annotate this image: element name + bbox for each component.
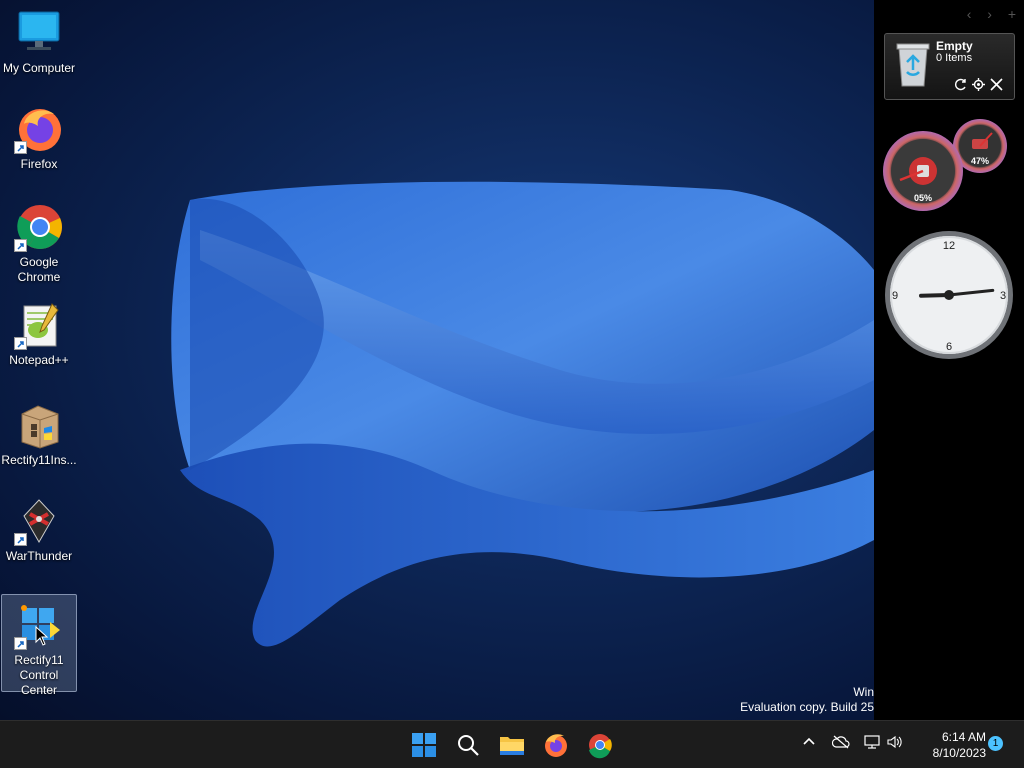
- cloud-offline-icon[interactable]: [832, 735, 850, 749]
- gear-icon[interactable]: [971, 77, 986, 92]
- watermark-line-1: Win: [853, 685, 874, 699]
- refresh-icon[interactable]: [953, 77, 968, 92]
- desktop-icon-label: Rectify11 Control Center: [14, 653, 64, 697]
- installer-package-icon: [14, 400, 64, 450]
- empty-bin-close-icon[interactable]: [989, 77, 1004, 92]
- desktop-icon-label: Google Chrome: [17, 255, 61, 284]
- notification-badge[interactable]: 1: [988, 736, 1003, 751]
- desktop-icon-label: Firefox: [20, 157, 58, 171]
- taskbar-clock[interactable]: 6:14 AM 8/10/2023: [912, 729, 986, 761]
- desktop-icon-google-chrome[interactable]: Google Chrome: [0, 202, 78, 285]
- shortcut-arrow-icon: [14, 533, 27, 546]
- clock-numeral-9: 9: [892, 290, 898, 302]
- shortcut-arrow-icon: [14, 239, 27, 252]
- taskbar: 6:14 AM 8/10/2023: [0, 720, 1024, 768]
- chrome-icon: [14, 202, 64, 252]
- desktop-icon-label: My Computer: [2, 61, 76, 75]
- shortcut-arrow-icon: [14, 637, 27, 650]
- cpu-meter-gadget[interactable]: 47% 05%: [882, 115, 1012, 215]
- desktop[interactable]: My Computer Firefox Google Chrome Notepa…: [0, 0, 1024, 720]
- gadget-sidebar: ‹ › + Empty 0 Items 47% 05% 12 3 6 9: [874, 0, 1024, 720]
- mouse-cursor-icon: [35, 626, 49, 646]
- clock-numeral-12: 12: [943, 240, 955, 252]
- firefox-taskbar-icon[interactable]: [540, 729, 572, 761]
- recycle-bin-status: Empty: [936, 39, 973, 53]
- recycle-bin-gadget[interactable]: Empty 0 Items: [884, 33, 1015, 100]
- taskbar-time: 6:14 AM: [941, 730, 986, 744]
- memory-meter-value: 47%: [971, 156, 989, 166]
- desktop-icon-label: Notepad++: [9, 353, 69, 367]
- shortcut-arrow-icon: [14, 141, 27, 154]
- wallpaper-bloom: [171, 181, 874, 647]
- desktop-icon-rectify11-installer[interactable]: Rectify11Ins...: [0, 400, 78, 468]
- desktop-icon-warthunder[interactable]: WarThunder: [0, 496, 78, 564]
- file-explorer-icon[interactable]: [496, 729, 528, 761]
- search-icon[interactable]: [452, 729, 484, 761]
- desktop-icon-firefox[interactable]: Firefox: [0, 104, 78, 172]
- sidebar-next-button[interactable]: ›: [987, 6, 992, 22]
- warthunder-icon: [14, 496, 64, 546]
- clock-numeral-6: 6: [946, 341, 952, 353]
- desktop-icon-my-computer[interactable]: My Computer: [0, 8, 78, 76]
- taskbar-date: 8/10/2023: [932, 746, 986, 760]
- desktop-icon-label: WarThunder: [5, 549, 73, 563]
- start-icon[interactable]: [408, 729, 440, 761]
- sidebar-prev-button[interactable]: ‹: [967, 6, 972, 22]
- clock-gadget[interactable]: 12 3 6 9: [883, 229, 1015, 361]
- shortcut-arrow-icon: [14, 337, 27, 350]
- recycle-bin-count: 0 Items: [936, 52, 973, 64]
- watermark-line-2: Evaluation copy. Build 25: [740, 700, 874, 714]
- network-icon[interactable]: [864, 735, 880, 749]
- recycle-bin-controls: [953, 77, 1004, 92]
- sidebar-add-gadget-button[interactable]: +: [1008, 6, 1016, 22]
- volume-icon[interactable]: [887, 735, 903, 749]
- desktop-icon-notepadpp[interactable]: Notepad++: [0, 300, 78, 368]
- notepadpp-icon: [14, 300, 64, 350]
- clock-numeral-3: 3: [1000, 290, 1006, 302]
- firefox-icon: [14, 104, 64, 154]
- chevron-up-icon[interactable]: [802, 735, 816, 749]
- evaluation-watermark: Win Evaluation copy. Build 25: [574, 685, 874, 715]
- recycle-bin-icon: [896, 43, 930, 87]
- cpu-meter-value: 05%: [914, 193, 932, 203]
- sidebar-nav: ‹ › +: [955, 6, 1016, 22]
- chrome-taskbar-icon[interactable]: [584, 729, 616, 761]
- monitor-icon: [14, 8, 64, 58]
- desktop-icon-label: Rectify11Ins...: [1, 453, 77, 467]
